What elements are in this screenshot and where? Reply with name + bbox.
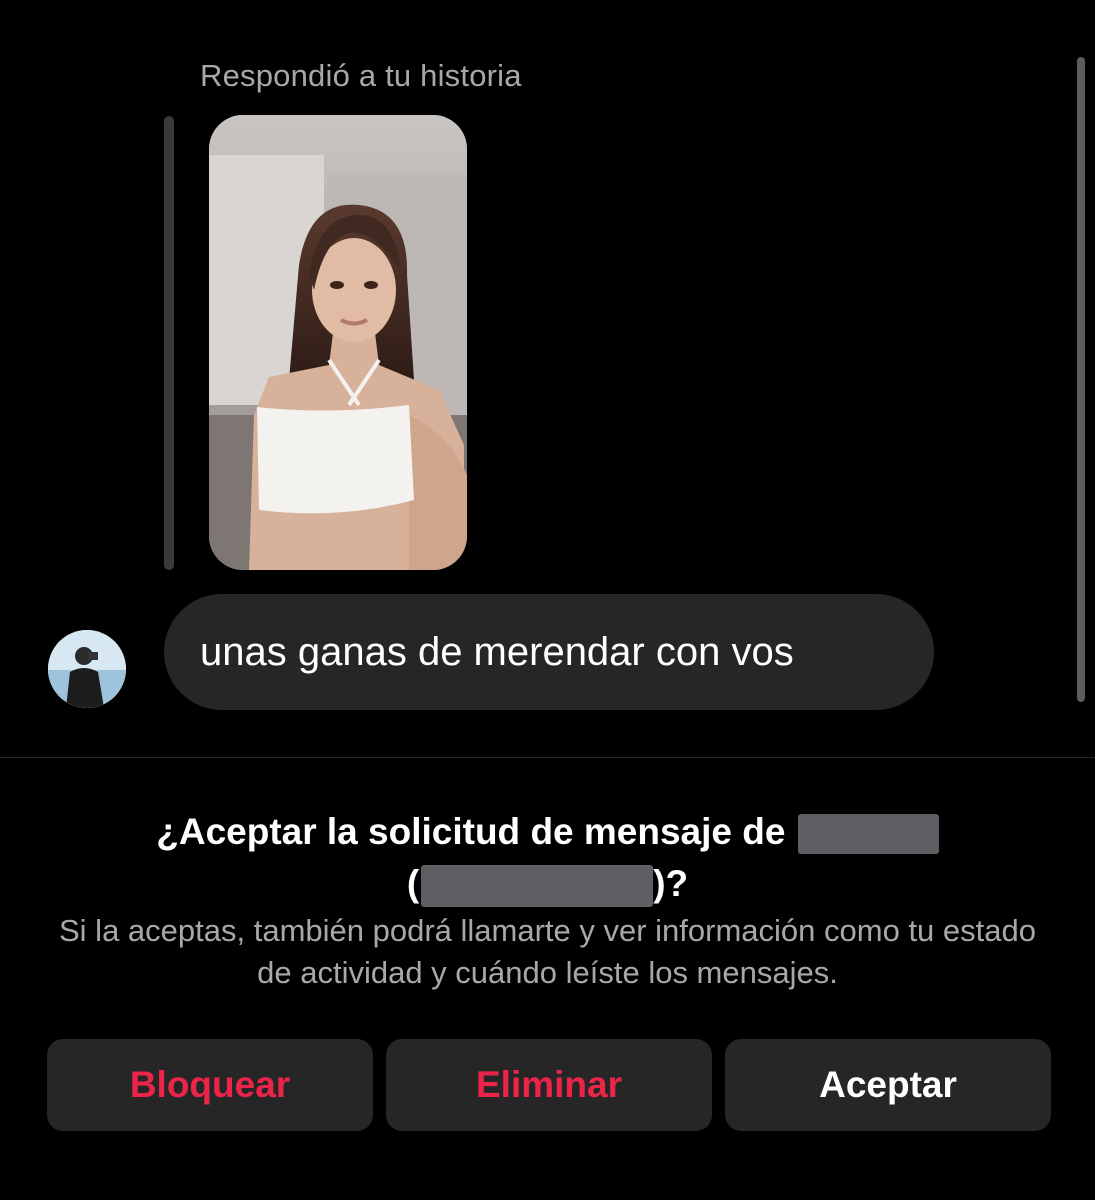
request-title-open-paren: ( xyxy=(406,863,420,904)
message-bubble[interactable]: unas ganas de merendar con vos xyxy=(164,594,934,710)
scrollbar[interactable] xyxy=(1077,57,1085,702)
accept-button[interactable]: Aceptar xyxy=(725,1039,1051,1131)
sender-avatar[interactable] xyxy=(48,630,126,708)
redacted-full-name xyxy=(421,865,654,908)
redacted-username xyxy=(797,814,939,855)
divider xyxy=(0,757,1095,758)
story-photo xyxy=(209,115,467,570)
story-thumbnail[interactable] xyxy=(209,115,467,570)
request-title: ¿Aceptar la solicitud de mensaje de ()? xyxy=(60,806,1035,910)
message-text: unas ganas de merendar con vos xyxy=(200,629,794,674)
reply-quote-bar xyxy=(164,116,174,570)
block-button[interactable]: Bloquear xyxy=(47,1039,373,1131)
story-reply-label: Respondió a tu historia xyxy=(200,58,522,93)
block-button-label: Bloquear xyxy=(129,1064,291,1105)
avatar-photo xyxy=(48,630,126,708)
accept-button-label: Aceptar xyxy=(819,1064,957,1105)
request-title-suffix: )? xyxy=(653,863,689,904)
delete-button-label: Eliminar xyxy=(476,1064,622,1105)
request-title-prefix: ¿Aceptar la solicitud de mensaje de xyxy=(156,811,796,852)
request-description: Si la aceptas, también podrá llamarte y … xyxy=(59,913,1036,990)
delete-button[interactable]: Eliminar xyxy=(386,1039,712,1131)
